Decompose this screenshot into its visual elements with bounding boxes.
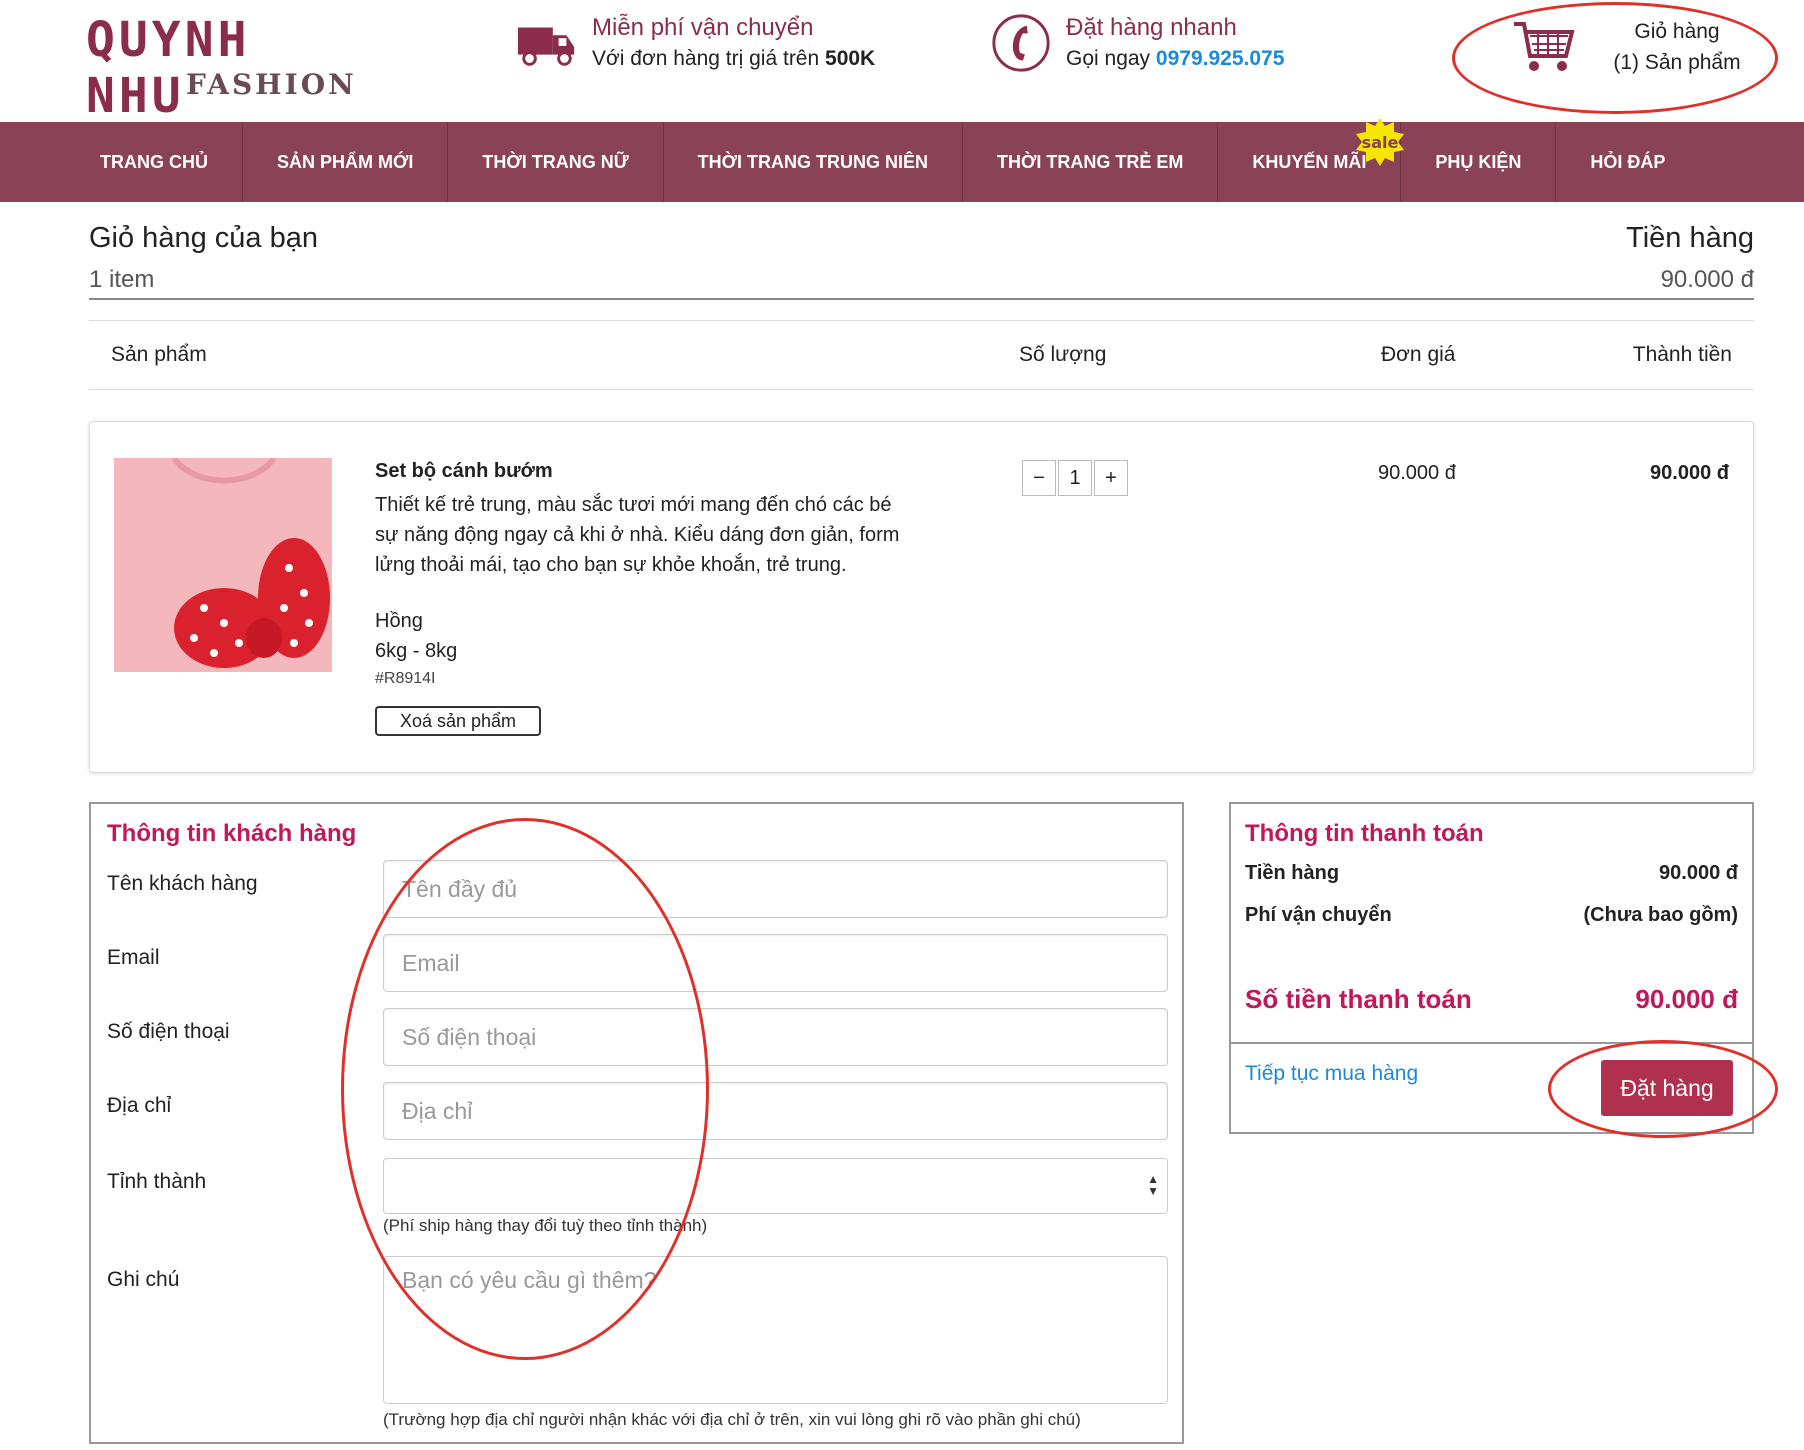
payment-info-title: Thông tin thanh toán [1245,820,1484,847]
address-label: Địa chỉ [107,1094,172,1117]
site-header: QUYNH NHU FASHION Miễn phí vận chuyển Vớ… [0,0,1804,124]
column-unit-price: Đơn giá [1381,343,1456,366]
quantity-input[interactable]: 1 [1058,460,1092,496]
nav-item-promotions[interactable]: KHUYẾN MÃI sale [1218,118,1405,202]
shopping-cart-icon [1514,22,1575,71]
shipping-text: Với đơn hàng trị giá trên 500K [592,47,876,70]
total-label: Số tiền thanh toán [1245,984,1472,1014]
select-arrows-icon: ▲ ▼ [1147,1172,1159,1198]
truck-icon [517,27,575,66]
shipping-fee-value: (Chưa bao gồm) [1583,904,1738,926]
product-description: Thiết kế trẻ trung, màu sắc tươi mới man… [375,494,900,576]
logo-text-sub: FASHION [186,68,357,101]
divider [89,298,1754,300]
sale-badge-icon: sale [1356,118,1405,166]
goods-label: Tiền hàng [1245,862,1340,884]
annotation-circle-form [341,818,709,1360]
nav-item-accessories[interactable]: PHỤ KIỆN [1401,122,1557,202]
goods-value: 90.000 đ [1659,862,1738,884]
hotline-link[interactable]: 0979.925.075 [1156,47,1284,70]
quick-order-title: Đặt hàng nhanh [1066,14,1237,41]
shipping-fee-label: Phí vận chuyển [1245,904,1392,926]
header-cart-count: (1) Sản phẩm [1613,51,1741,74]
continue-shopping-link[interactable]: Tiếp tục mua hàng [1245,1062,1418,1086]
main-nav: TRANG CHỦ SẢN PHẨM MỚI THỜI TRANG NỮ THỜ… [0,118,1804,202]
column-total: Thành tiền [1632,343,1732,366]
money-title: Tiền hàng [1626,222,1754,254]
cart-item-count: 1 item [89,266,155,293]
quantity-increase-button[interactable]: + [1094,460,1128,496]
header-cart[interactable]: Giỏ hàng (1) Sản phẩm [1452,0,1782,118]
free-shipping-info: Miễn phí vận chuyển Với đơn hàng trị giá… [516,12,875,74]
phone-icon [992,14,1050,72]
note-hint: (Trường hợp địa chỉ người nhận khác với … [383,1410,1081,1429]
customer-info-title: Thông tin khách hàng [107,820,357,847]
money-value: 90.000 đ [1660,266,1754,293]
product-shirt-illustration [114,458,332,672]
nav-item-home[interactable]: TRANG CHỦ [66,122,243,202]
nav-item-promotions-label: KHUYẾN MÃI [1252,152,1367,172]
email-label: Email [107,946,160,969]
column-product: Sản phẩm [111,343,207,366]
shipping-title: Miễn phí vận chuyển [592,14,814,41]
total-row: Số tiền thanh toán 90.000 đ [1245,984,1738,1015]
nav-item-new-products[interactable]: SẢN PHẨM MỚI [243,122,449,202]
shipping-amount: 500K [825,47,876,70]
phone-label: Số điện thoại [107,1020,230,1043]
nav-item-middle-age[interactable]: THỜI TRANG TRUNG NIÊN [664,122,963,202]
name-label: Tên khách hàng [107,872,258,895]
province-label: Tỉnh thành [107,1170,207,1193]
nav-item-faq[interactable]: HỎI ĐÁP [1556,122,1699,202]
cart-table-header: Sản phẩm Số lượng Đơn giá Thành tiền [89,320,1754,390]
product-color: Hồng [375,610,423,632]
product-line-total: 90.000 đ [1650,462,1729,484]
goods-row: Tiền hàng 90.000 đ [1245,862,1738,885]
cart-item: Set bộ cánh bướm Thiết kế trẻ trung, màu… [89,421,1754,773]
customer-info-panel: Thông tin khách hàng Tên khách hàng Tên … [89,802,1184,1444]
sale-badge-text: sale [1362,133,1399,152]
header-cart-text: Giỏ hàng (1) Sản phẩm [1592,16,1762,78]
quick-order-text: Gọi ngay 0979.925.075 [1066,47,1285,70]
quantity-stepper: − 1 + [1022,460,1128,496]
cart-title: Giỏ hàng của bạn [89,222,318,254]
product-image[interactable] [114,458,332,672]
quantity-decrease-button[interactable]: − [1022,460,1056,496]
nav-item-women[interactable]: THỜI TRANG NỮ [448,122,664,202]
annotation-circle-order-button [1548,1040,1778,1138]
product-name[interactable]: Set bộ cánh bướm [375,460,553,483]
remove-product-button[interactable]: Xoá sản phẩm [375,706,541,736]
product-sku: #R8914I [375,670,436,687]
site-logo[interactable]: QUYNH NHU FASHION [86,12,354,124]
nav-item-kids[interactable]: THỜI TRANG TRẺ EM [963,122,1219,202]
nav-items: TRANG CHỦ SẢN PHẨM MỚI THỜI TRANG NỮ THỜ… [66,118,1699,202]
quick-order-info: Đặt hàng nhanh Gọi ngay 0979.925.075 [990,12,1284,74]
total-value: 90.000 đ [1635,984,1738,1014]
note-label: Ghi chú [107,1268,180,1291]
shipping-row: Phí vận chuyển (Chưa bao gồm) [1245,904,1738,927]
column-quantity: Số lượng [1019,343,1107,366]
product-size: 6kg - 8kg [375,640,458,662]
product-unit-price: 90.000 đ [1378,462,1456,484]
header-cart-title: Giỏ hàng [1634,20,1720,43]
